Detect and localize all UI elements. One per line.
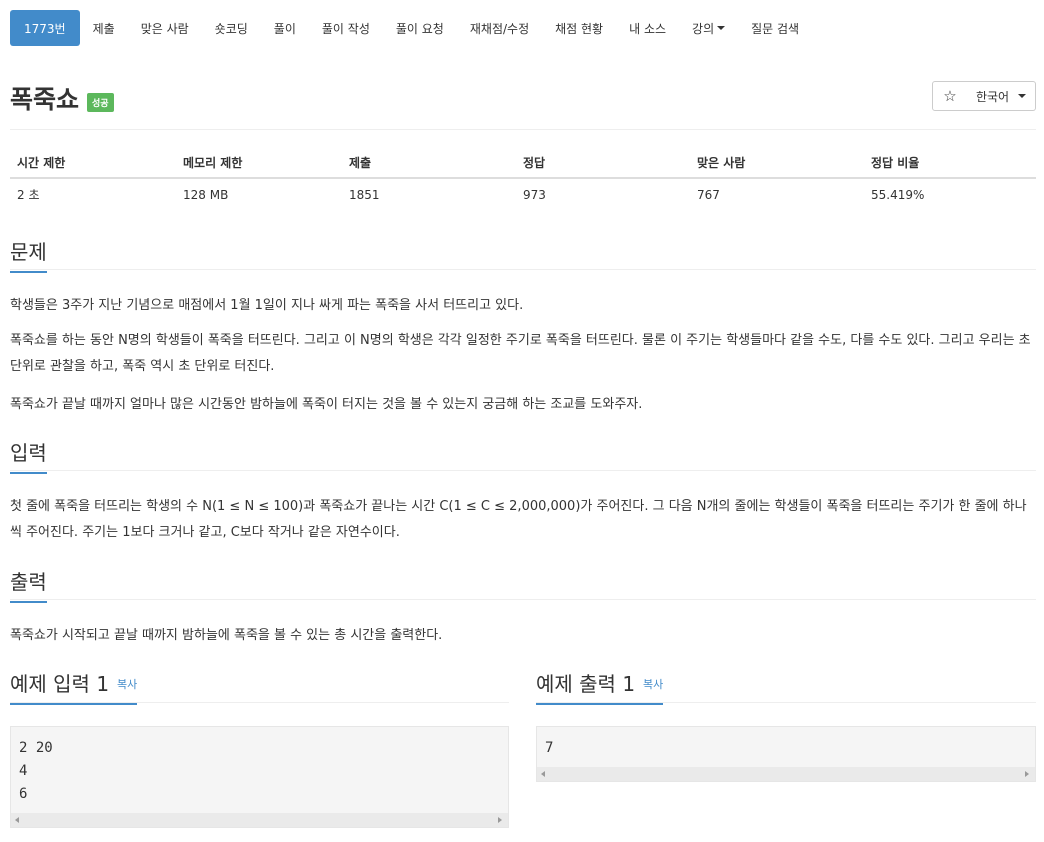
header-ratio: 정답 비율 [871, 156, 920, 170]
language-label: 한국어 [975, 89, 1010, 104]
copy-output-link[interactable]: 복사 [643, 678, 663, 691]
code-line: 2 20 [19, 740, 53, 756]
scroll-left-icon[interactable] [541, 771, 545, 777]
tab-6[interactable]: 풀이 요청 [383, 10, 457, 46]
problem-paragraph-3: 폭죽쇼가 끝날 때까지 얼마나 많은 시간동안 밤하늘에 폭죽이 터지는 것을 … [10, 397, 643, 412]
submissions-value: 1851 [349, 187, 380, 202]
star-icon: ☆ [943, 87, 957, 105]
output-section-heading: 출력 [10, 566, 1036, 603]
problem-paragraph-1: 학생들은 3주가 지난 기념으로 매점에서 1월 1일이 지나 싸게 파는 폭죽… [10, 298, 524, 313]
tab-5[interactable]: 풀이 작성 [309, 10, 383, 46]
example-input-heading: 예제 입력 1 복사 [10, 668, 138, 705]
tab-0[interactable]: 1773번 [10, 10, 80, 46]
code-line: 7 [545, 740, 554, 756]
tab-label: 재채점/수정 [469, 21, 530, 36]
problem-info-table: 시간 제한 메모리 제한 제출 정답 맞은 사람 정답 비율 2 초 128 M… [10, 148, 1036, 210]
problem-section-heading: 문제 [10, 236, 1036, 273]
header-submissions: 제출 [349, 156, 372, 170]
horizontal-scrollbar[interactable] [537, 767, 1035, 781]
table-row: 2 초 128 MB 1851 973 767 55.419% [10, 179, 1036, 210]
time-limit-value: 2 초 [17, 188, 40, 202]
example-input-content: 2 20 4 6 [11, 727, 508, 806]
ratio-value: 55.419% [871, 187, 925, 202]
table-header-row: 시간 제한 메모리 제한 제출 정답 맞은 사람 정답 비율 [10, 148, 1036, 179]
tab-label: 풀이 작성 [321, 21, 370, 36]
divider [536, 702, 1036, 703]
code-line: 6 [19, 786, 28, 802]
caret-down-icon [717, 26, 726, 30]
scroll-right-icon[interactable] [498, 817, 502, 823]
problem-paragraph-2: 폭죽쇼를 하는 동안 N명의 학생들이 폭죽을 터뜨린다. 그리고 이 N명의 … [10, 333, 1031, 374]
tab-9[interactable]: 내 소스 [616, 10, 679, 46]
output-description: 폭죽쇼가 시작되고 끝날 때까지 밤하늘에 폭죽을 볼 수 있는 총 시간을 출… [10, 628, 443, 643]
tab-4[interactable]: 풀이 [261, 10, 309, 46]
tab-3[interactable]: 숏코딩 [202, 10, 261, 46]
language-select[interactable]: 한국어 [967, 81, 1036, 111]
problem-title: 폭죽쇼 [10, 85, 80, 114]
header-solvers: 맞은 사람 [697, 156, 746, 170]
example-output-box[interactable]: 7 [536, 726, 1036, 782]
tab-11[interactable]: 질문 검색 [738, 10, 812, 46]
example-input-box[interactable]: 2 20 4 6 [10, 726, 509, 828]
tab-label: 채점 현황 [555, 21, 604, 36]
tab-1[interactable]: 제출 [80, 10, 128, 46]
problem-nav-tabs: 1773번 제출 맞은 사람 숏코딩 풀이 풀이 작성 풀이 요청 재채점/수정 채점 현황 내 … [10, 10, 812, 46]
header-accepted: 정답 [523, 156, 546, 170]
tab-label: 숏코딩 [214, 21, 248, 36]
tab-label: 내 소스 [629, 21, 667, 36]
star-button[interactable]: ☆ [932, 81, 968, 111]
divider [10, 129, 1036, 130]
memory-limit-value: 128 MB [183, 187, 229, 202]
example-output-title: 예제 출력 1 [536, 672, 636, 696]
input-section-heading: 입력 [10, 437, 1036, 474]
output-heading: 출력 [10, 566, 47, 603]
input-heading: 입력 [10, 437, 47, 474]
divider [10, 702, 509, 703]
header-memory-limit: 메모리 제한 [183, 156, 243, 170]
scroll-left-icon[interactable] [15, 817, 19, 823]
example-output-heading: 예제 출력 1 복사 [536, 668, 664, 705]
header-time-limit: 시간 제한 [17, 156, 66, 170]
tab-label: 질문 검색 [751, 21, 800, 36]
tab-label: 풀이 [273, 21, 296, 36]
tab-8[interactable]: 채점 현황 [542, 10, 616, 46]
status-badge: 성공 [87, 93, 114, 112]
input-description: 첫 줄에 폭죽을 터뜨리는 학생의 수 N(1 ≤ N ≤ 100)과 폭죽쇼가… [10, 499, 1027, 540]
tab-label: 1773번 [24, 21, 66, 36]
tab-label: 강의 [692, 21, 715, 36]
code-line: 4 [19, 763, 28, 779]
solvers-value: 767 [697, 187, 720, 202]
tab-2[interactable]: 맞은 사람 [128, 10, 202, 46]
example-input-title: 예제 입력 1 [10, 672, 110, 696]
problem-header: 폭죽쇼 성공 ☆ 한국어 [10, 80, 1036, 114]
problem-heading: 문제 [10, 236, 47, 273]
tab-label: 맞은 사람 [140, 21, 189, 36]
accepted-value: 973 [523, 187, 546, 202]
copy-input-link[interactable]: 복사 [117, 678, 137, 691]
horizontal-scrollbar[interactable] [11, 813, 508, 827]
tab-label: 풀이 요청 [395, 21, 444, 36]
scroll-right-icon[interactable] [1025, 771, 1029, 777]
caret-down-icon [1018, 94, 1027, 98]
tab-label: 제출 [92, 21, 115, 36]
tab-7[interactable]: 재채점/수정 [457, 10, 542, 46]
tab-10[interactable]: 강의 [679, 10, 738, 46]
example-output-content: 7 [537, 727, 1035, 760]
